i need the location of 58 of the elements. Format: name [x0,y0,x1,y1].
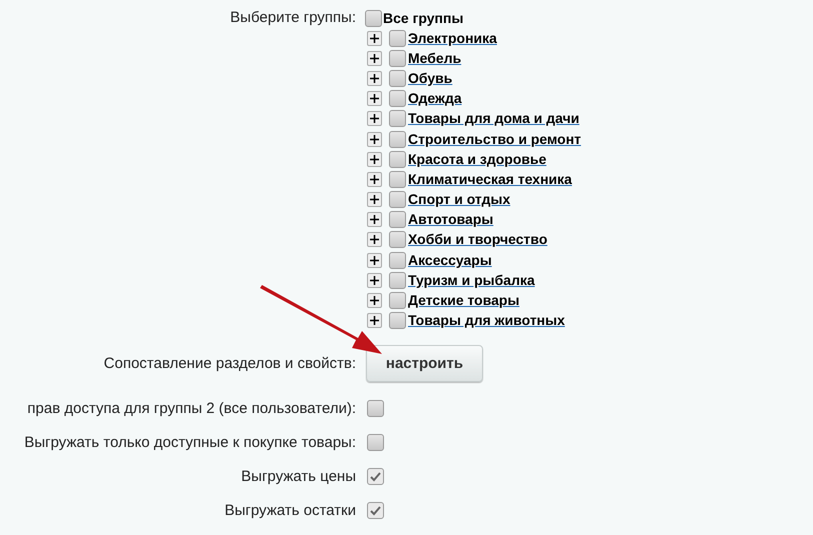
expand-toggle[interactable] [367,152,382,167]
checkbox[interactable] [367,434,384,452]
category-link[interactable]: Товары для дома и дачи [408,108,580,130]
configure-button[interactable]: настроить [366,345,483,382]
field-label: Выберите группы: [230,8,356,28]
checkbox[interactable] [389,211,406,228]
checkbox[interactable] [389,150,406,168]
field-label: прав доступа для группы 2 (все пользователи): [27,398,356,419]
expand-toggle[interactable] [367,272,382,288]
expand-toggle[interactable] [367,30,382,46]
checkbox[interactable] [367,468,384,486]
category-link[interactable]: Аксессуары [408,250,492,271]
category-link[interactable]: Строительство и ремонт [408,128,582,150]
category-link[interactable]: Обувь [408,68,452,89]
field-label: Выгружать только доступные к покупке товары: [24,432,356,453]
checkbox[interactable] [389,191,406,208]
expand-toggle[interactable] [367,172,382,187]
checkbox[interactable] [389,170,406,188]
expand-toggle[interactable] [367,252,382,268]
category-link[interactable]: Детские товары [408,290,520,312]
field-label: Сопоставление разделов и свойств: [104,354,356,374]
category-link[interactable]: Туризм и рыбалка [408,270,535,291]
category-link[interactable]: Товары для животных [408,310,565,332]
checkbox[interactable] [389,252,406,269]
checkbox[interactable] [367,502,384,520]
checkbox[interactable] [389,110,406,128]
expand-toggle[interactable] [367,232,382,248]
tree-item: Все группы [383,8,464,28]
checkbox[interactable] [389,130,406,148]
expand-toggle[interactable] [367,111,382,126]
field-label: Выгружать цены [241,466,356,487]
expand-toggle[interactable] [367,293,382,308]
category-link[interactable]: Красота и здоровье [408,148,546,170]
expand-toggle[interactable] [367,192,382,208]
category-link[interactable]: Мебель [408,48,462,69]
expand-toggle[interactable] [367,212,382,228]
expand-toggle[interactable] [367,50,382,66]
checkbox[interactable] [389,50,406,67]
category-link[interactable]: Климатическая техника [408,168,572,190]
checkbox[interactable] [367,400,384,418]
checkbox[interactable] [389,90,406,108]
expand-toggle[interactable] [367,91,382,106]
category-link[interactable]: Автотовары [408,209,494,230]
checkbox[interactable] [389,272,406,289]
checkbox[interactable] [365,10,382,26]
checkbox[interactable] [389,312,406,330]
checkbox[interactable] [389,292,406,310]
checkbox[interactable] [389,231,406,248]
checkbox[interactable] [389,70,406,87]
field-label: Выгружать остатки [224,500,356,521]
category-link[interactable]: Хобби и творчество [408,229,548,250]
expand-toggle[interactable] [367,132,382,147]
expand-toggle[interactable] [367,70,382,86]
category-link[interactable]: Одежда [408,88,462,110]
expand-toggle[interactable] [367,313,382,328]
checkbox[interactable] [389,30,406,47]
category-link[interactable]: Спорт и отдых [408,189,510,210]
category-link[interactable]: Электроника [408,28,497,49]
